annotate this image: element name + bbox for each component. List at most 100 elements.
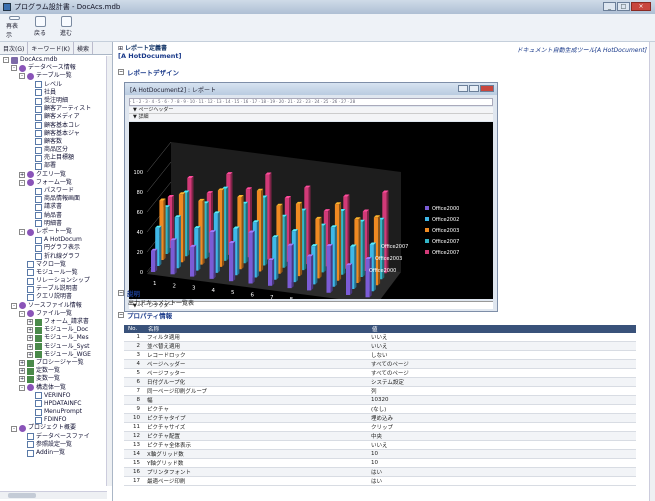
tree-item[interactable]: 参照設定一覧 — [3, 441, 107, 449]
toolbar-button-1[interactable]: 戻る — [32, 16, 48, 39]
band-page-header[interactable]: ▼ ページヘッダー — [129, 107, 493, 114]
tab-search[interactable]: 検索 — [74, 42, 93, 54]
tree-item[interactable]: データベースファイ — [3, 433, 107, 441]
tree-item[interactable]: 社員 — [3, 89, 107, 97]
page-icon — [27, 261, 34, 269]
chart-bar-side — [206, 201, 209, 259]
tree-item[interactable]: HPDATAINFC — [3, 400, 107, 408]
section-properties[interactable]: − プロパティ情報 — [118, 310, 172, 320]
tree-item[interactable]: 受注明細 — [3, 97, 107, 105]
cell-no: 16 — [124, 467, 144, 477]
tree-item[interactable]: + モジュール_Mes — [3, 334, 107, 342]
collapse-icon[interactable]: − — [118, 69, 124, 75]
tree-item[interactable]: + プロシージャ一覧 — [3, 359, 107, 367]
tree-item-label: 参照設定一覧 — [36, 440, 73, 448]
collapse-icon[interactable]: − — [118, 312, 124, 318]
tree-item[interactable]: レベル — [3, 81, 107, 89]
tree-item[interactable]: 顧客基本コレ — [3, 122, 107, 130]
tree-item[interactable]: - プロジェクト概要 — [3, 424, 107, 433]
tree-item[interactable]: VERINFO — [3, 392, 107, 400]
expand-toggle-icon[interactable]: - — [11, 302, 17, 309]
collapse-icon[interactable]: − — [118, 290, 124, 296]
page-icon — [35, 113, 42, 121]
tree-item[interactable]: + クエリ一覧 — [3, 171, 107, 179]
toolbar-button-2[interactable]: 進む — [58, 16, 74, 39]
tree-item[interactable]: + フォーム_請求書 — [3, 318, 107, 326]
expand-toggle-icon[interactable]: - — [11, 425, 17, 432]
toolbar-button-0[interactable]: 再表示 — [6, 16, 22, 39]
tree-item[interactable]: 顧客数 — [3, 138, 107, 146]
expand-toggle-icon[interactable]: + — [19, 171, 25, 178]
report-maximize-button[interactable] — [469, 85, 479, 92]
tree-item[interactable]: + モジュール_Doc — [3, 326, 107, 334]
tree-item[interactable]: 明細書 — [3, 220, 107, 228]
tree-item[interactable]: + モジュール_WGE — [3, 351, 107, 359]
tree-item[interactable]: - 構造体一覧 — [3, 384, 107, 392]
expand-toggle-icon[interactable]: - — [3, 57, 9, 64]
tab-keyword[interactable]: キーワード(K) — [28, 42, 74, 54]
expand-toggle-icon[interactable]: - — [19, 384, 25, 391]
tree-item[interactable]: クエリ説明書 — [3, 293, 107, 302]
table-row: 15 Y軸グリッド数 10 — [124, 458, 636, 468]
tree-item[interactable]: - ファイル一覧 — [3, 310, 107, 318]
tree-item[interactable]: 顧客メディア — [3, 113, 107, 121]
legend-swatch — [425, 228, 429, 232]
expand-toggle-icon[interactable]: - — [11, 65, 17, 72]
doc-header-link[interactable]: ドキュメント自動生成ツール[A HotDocument] — [517, 45, 647, 54]
tree-item[interactable]: 顧客基本ジャ — [3, 130, 107, 138]
properties-table: No. 名称 値 1 フィルタ適用 いいえ 2 並べ替え適用 いいえ 3 レコードロック しない… — [124, 325, 636, 486]
expand-toggle-icon[interactable]: + — [19, 376, 25, 383]
chart-3d-bar[interactable]: 020406080100123456789101112Office2007Off… — [129, 122, 493, 299]
tree-item[interactable]: + モジュール_Syst — [3, 343, 107, 351]
section-report-design[interactable]: − レポートデザイン — [118, 67, 179, 77]
section-description[interactable]: − 説明 — [118, 288, 140, 298]
expand-toggle-icon[interactable]: - — [19, 229, 25, 236]
close-button[interactable]: × — [631, 2, 651, 11]
tree-item[interactable]: 請求書 — [3, 203, 107, 211]
tree-item[interactable]: Addin一覧 — [3, 449, 107, 457]
report-minimize-button[interactable] — [458, 85, 468, 92]
expand-toggle-icon[interactable]: + — [27, 327, 33, 334]
report-window-title: [A HotDocument2] : レポート — [125, 83, 497, 95]
expand-toggle-icon[interactable]: - — [19, 179, 25, 186]
tree-item-label: モジュール一覧 — [36, 268, 78, 276]
page-icon — [35, 138, 42, 146]
tree-item[interactable]: - フォーム一覧 — [3, 179, 107, 187]
expand-toggle-icon[interactable]: + — [19, 368, 25, 375]
report-close-button[interactable] — [480, 85, 494, 92]
scroll-thumb[interactable] — [8, 493, 36, 498]
expand-toggle-icon[interactable]: + — [27, 319, 33, 326]
tree-item[interactable]: 円グラフ表示 — [3, 244, 107, 252]
tree-item[interactable]: - レポート一覧 — [3, 228, 107, 236]
chart-y-tick-label: 60 — [137, 210, 143, 216]
chart-bar-side — [174, 238, 177, 275]
tree-item[interactable]: - DocAcs.mdb — [3, 56, 107, 64]
maximize-button[interactable]: □ — [617, 2, 630, 11]
tree-item[interactable]: 折れ線グラフ — [3, 253, 107, 261]
tab-contents[interactable]: 目次(G) — [0, 42, 29, 54]
page-icon — [35, 154, 42, 162]
cell-value: しない — [368, 350, 636, 360]
tree-item[interactable]: - ソースファイル情報 — [3, 302, 107, 310]
expand-toggle-icon[interactable]: - — [19, 73, 25, 80]
sidebar-vertical-scrollbar[interactable] — [106, 56, 112, 486]
minimize-button[interactable]: _ — [603, 2, 616, 11]
tree-item[interactable]: + 変数一覧 — [3, 375, 107, 383]
expand-toggle-icon[interactable]: + — [27, 335, 33, 342]
tree-item[interactable]: マクロ一覧 — [3, 261, 107, 269]
expand-toggle-icon[interactable]: + — [19, 360, 25, 367]
tree-item[interactable]: モジュール一覧 — [3, 269, 107, 277]
tree-item[interactable]: パスワード — [3, 187, 107, 195]
document-vertical-scrollbar[interactable] — [649, 42, 655, 501]
tree-item[interactable]: - テーブル一覧 — [3, 72, 107, 80]
tree-item[interactable]: MenuPrompt — [3, 408, 107, 416]
sidebar-horizontal-scrollbar[interactable] — [0, 491, 107, 499]
tree-item[interactable]: 納品書 — [3, 212, 107, 220]
expand-toggle-icon[interactable]: + — [27, 343, 33, 350]
tree-item[interactable]: 部署 — [3, 162, 107, 171]
expand-toggle-icon[interactable]: - — [19, 310, 25, 317]
band-detail[interactable]: ▼ 詳細 — [129, 114, 493, 121]
expand-toggle-icon[interactable]: + — [27, 351, 33, 358]
cell-no: 17 — [124, 476, 144, 486]
